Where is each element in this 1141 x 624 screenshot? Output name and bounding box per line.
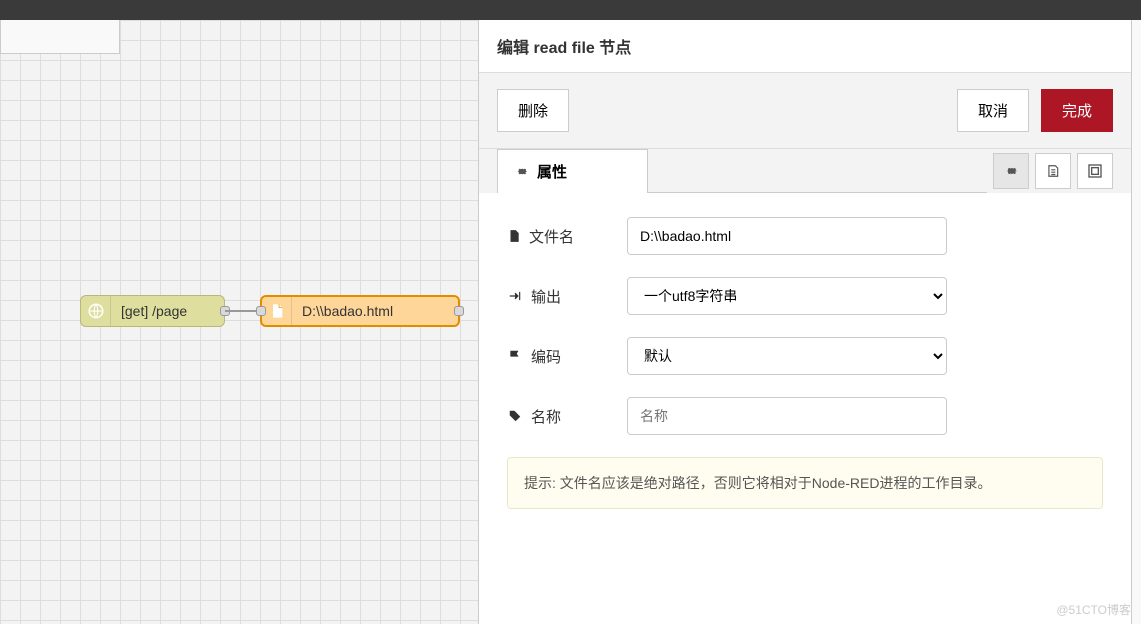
wire-connection[interactable]	[225, 310, 260, 312]
output-port[interactable]	[454, 306, 464, 316]
window-top-bar	[0, 0, 1141, 20]
canvas-tab[interactable]	[0, 20, 120, 54]
file-icon	[262, 297, 292, 325]
done-button[interactable]: 完成	[1041, 89, 1113, 132]
properties-form: 文件名 输出 一个utf8字符串 编码 默认	[479, 193, 1131, 533]
output-icon	[507, 289, 523, 303]
right-rail	[1131, 20, 1141, 624]
gear-icon	[514, 164, 529, 179]
node-editor-panel: 编辑 read file 节点 删除 取消 完成 属性	[478, 20, 1131, 624]
node-label: [get] /page	[111, 303, 224, 319]
flag-icon	[507, 349, 523, 363]
tab-properties[interactable]: 属性	[497, 149, 648, 193]
properties-icon-button[interactable]	[993, 153, 1029, 189]
editor-title: 编辑 read file 节点	[479, 20, 1131, 73]
flow-canvas[interactable]: [get] /page D:\\badao.html	[0, 20, 478, 624]
editor-actions-row: 删除 取消 完成	[479, 73, 1131, 149]
input-port[interactable]	[256, 306, 266, 316]
delete-button[interactable]: 删除	[497, 89, 569, 132]
editor-tabs: 属性	[479, 149, 1131, 193]
node-label: D:\\badao.html	[292, 303, 458, 319]
description-icon-button[interactable]	[1035, 153, 1071, 189]
watermark-text: @51CTO博客	[1056, 601, 1131, 618]
appearance-icon-button[interactable]	[1077, 153, 1113, 189]
filename-label: 文件名	[529, 226, 574, 247]
output-label: 输出	[531, 286, 561, 307]
encoding-label: 编码	[531, 346, 561, 367]
filename-input[interactable]	[627, 217, 947, 255]
encoding-select[interactable]: 默认	[627, 337, 947, 375]
tab-label: 属性	[537, 161, 567, 182]
file-icon	[507, 228, 521, 244]
http-in-node[interactable]: [get] /page	[80, 295, 225, 327]
output-select[interactable]: 一个utf8字符串	[627, 277, 947, 315]
hint-message: 提示: 文件名应该是绝对路径，否则它将相对于Node-RED进程的工作目录。	[507, 457, 1103, 509]
cancel-button[interactable]: 取消	[957, 89, 1029, 132]
globe-icon	[81, 296, 111, 326]
read-file-node[interactable]: D:\\badao.html	[260, 295, 460, 327]
name-label: 名称	[531, 406, 561, 427]
tag-icon	[507, 409, 523, 423]
name-input[interactable]	[627, 397, 947, 435]
